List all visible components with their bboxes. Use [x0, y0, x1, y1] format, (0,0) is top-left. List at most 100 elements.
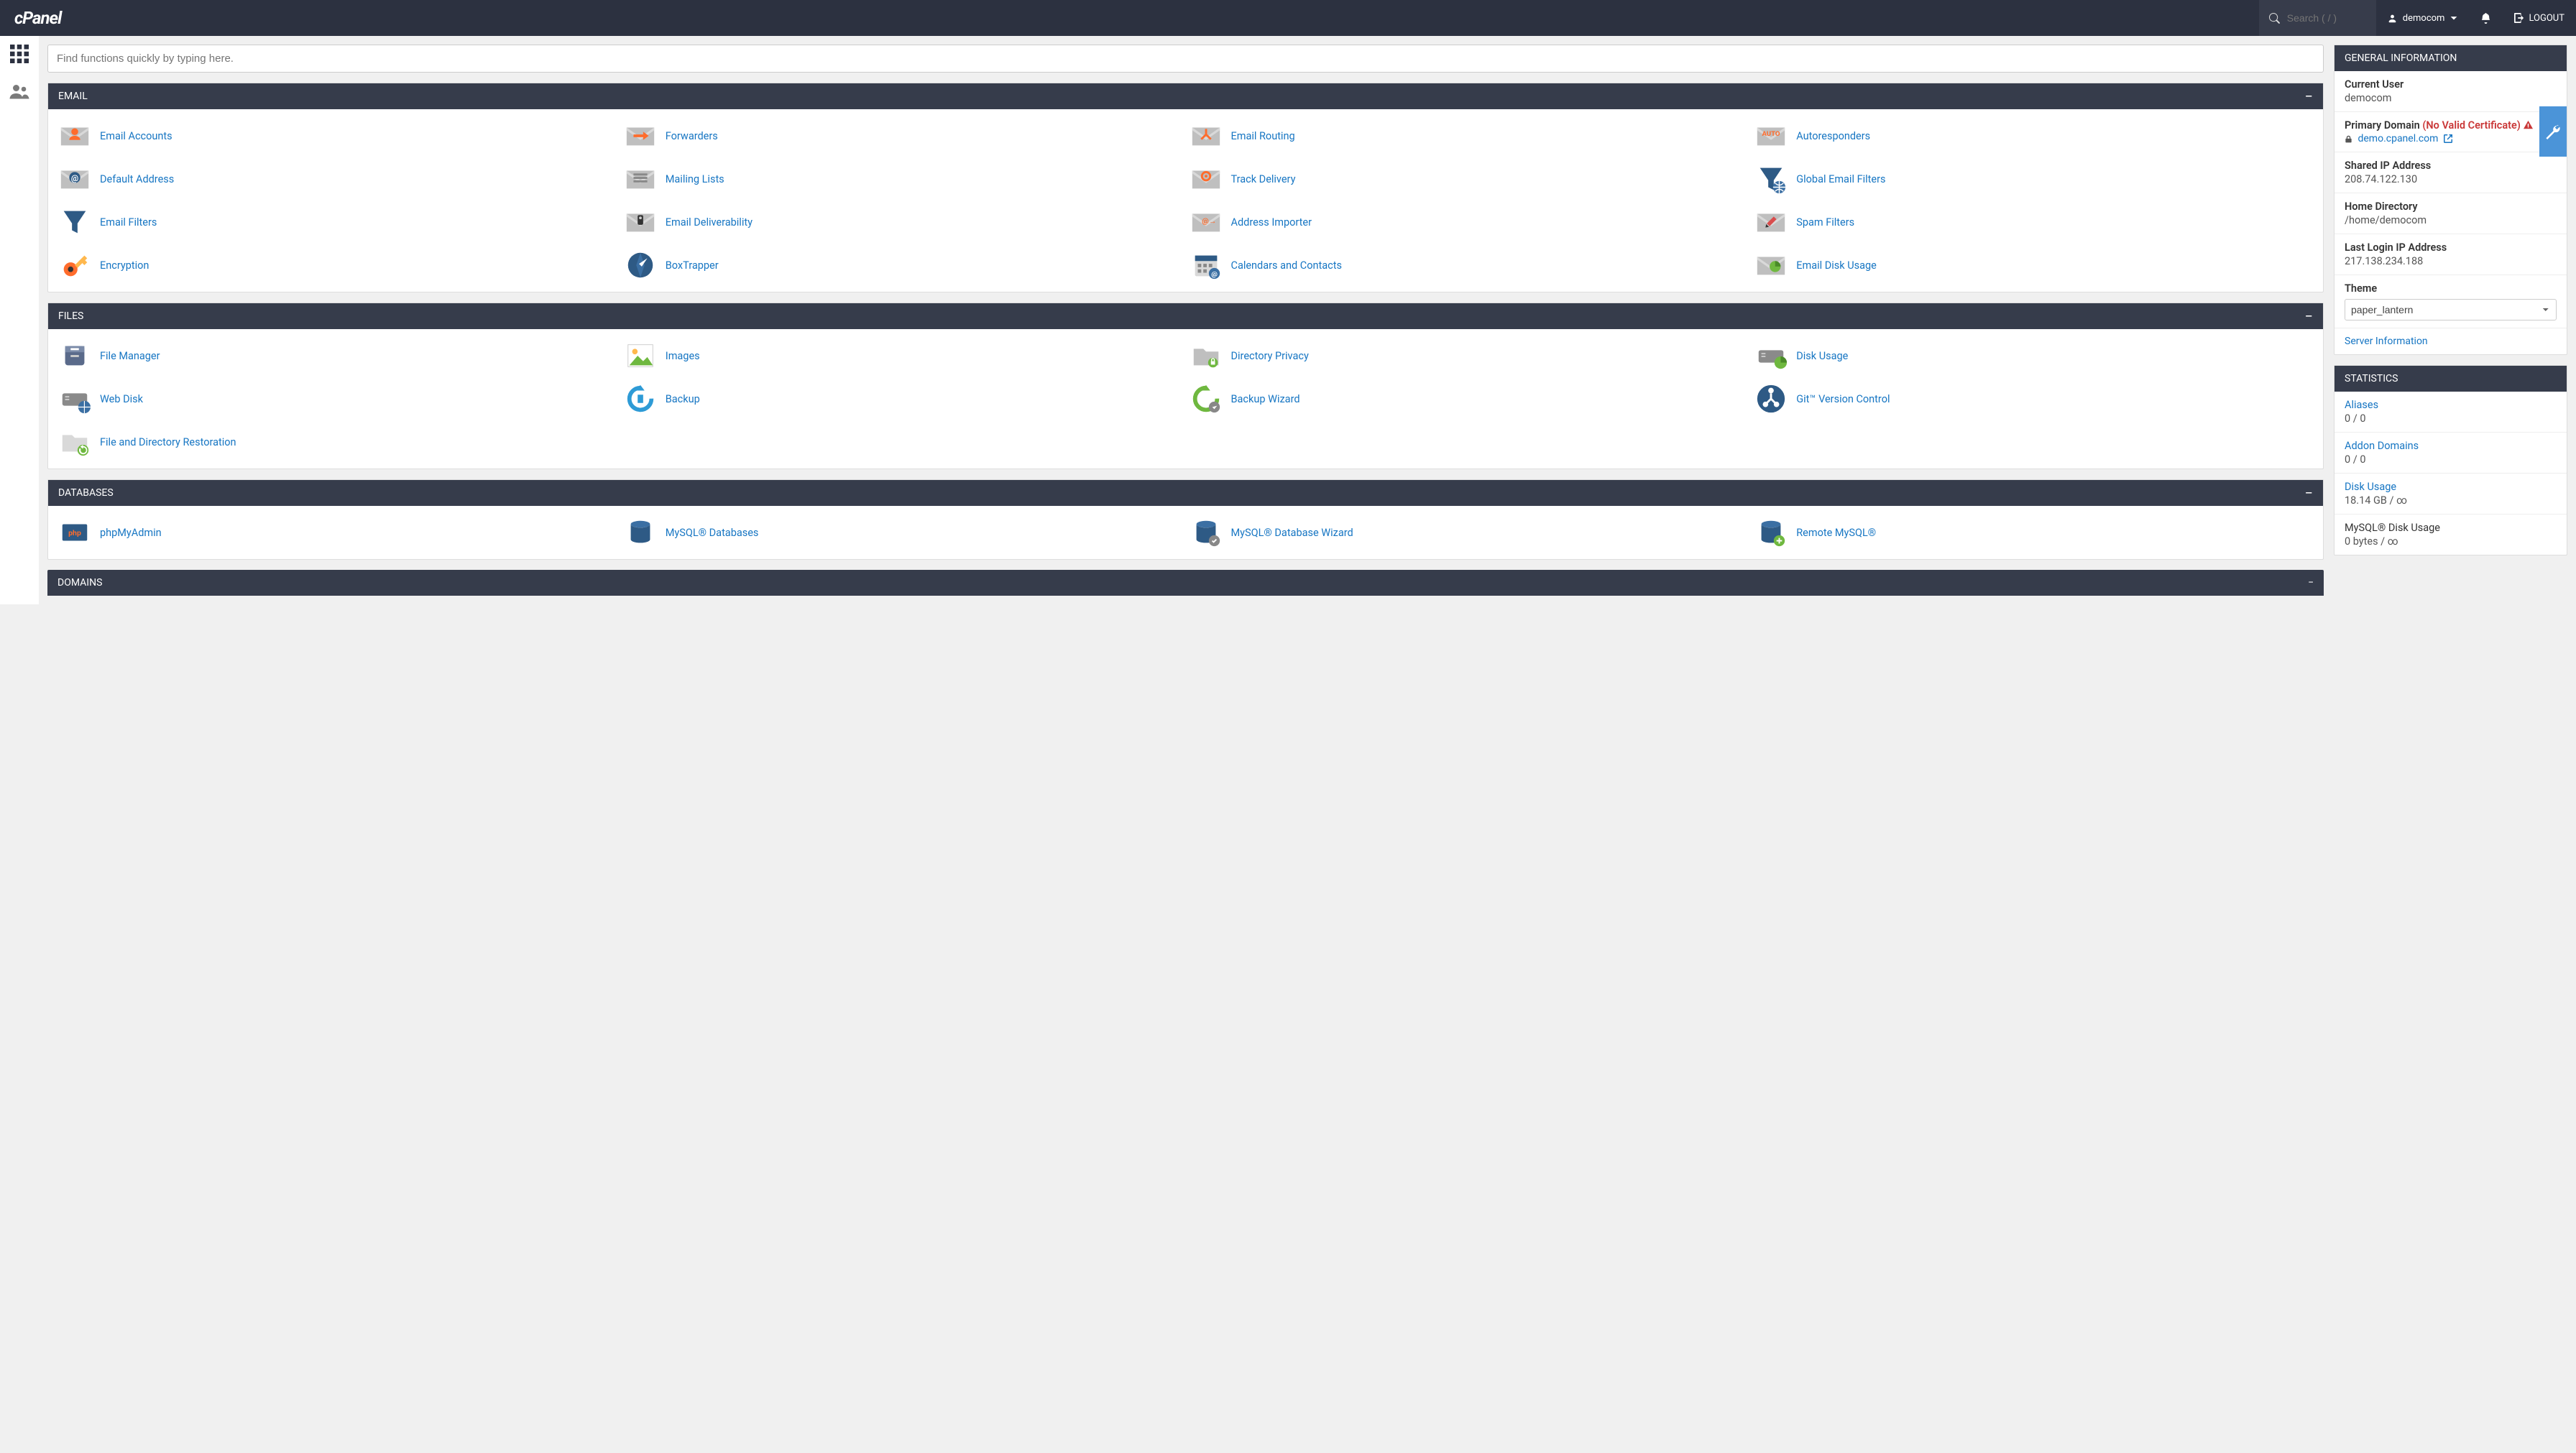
wrench-tab[interactable] — [2539, 106, 2567, 157]
feature-item[interactable]: Backup Wizard — [1190, 382, 1748, 415]
feature-item[interactable]: @Calendars and Contacts — [1190, 249, 1748, 282]
backup-wiz-icon — [1190, 382, 1223, 415]
envelope-arrow-icon — [624, 119, 657, 152]
feature-item[interactable]: File and Directory Restoration — [58, 425, 617, 458]
theme-label: Theme — [2345, 282, 2557, 295]
collapse-icon[interactable]: − — [2305, 91, 2313, 101]
feature-item[interactable]: Email Filters — [58, 206, 617, 239]
theme-select[interactable]: paper_lantern — [2345, 299, 2557, 320]
feature-item[interactable]: Mailing Lists — [624, 162, 1182, 195]
feature-item[interactable]: Encryption — [58, 249, 617, 282]
feature-item[interactable]: BoxTrapper — [624, 249, 1182, 282]
feature-item[interactable]: Disk Usage — [1754, 339, 2313, 372]
top-search-input[interactable] — [2287, 12, 2366, 24]
collapse-icon[interactable]: − — [2305, 311, 2313, 321]
home-dir-label: Home Directory — [2345, 200, 2557, 213]
feature-item[interactable]: @→Address Importer — [1190, 206, 1748, 239]
feature-item[interactable]: Spam Filters — [1754, 206, 2313, 239]
files-title: FILES — [58, 310, 83, 322]
disk-globe-icon — [58, 382, 91, 415]
server-info-link[interactable]: Server Information — [2345, 336, 2428, 347]
collapse-icon[interactable]: − — [2308, 577, 2314, 589]
feature-item[interactable]: @Default Address — [58, 162, 617, 195]
stat-value: 0 / 0 — [2345, 453, 2557, 466]
feature-item[interactable]: Email Accounts — [58, 119, 617, 152]
quick-search[interactable] — [47, 45, 2324, 73]
last-login-value: 217.138.234.188 — [2345, 255, 2557, 267]
user-icon — [2388, 14, 2397, 23]
external-link-icon — [2444, 134, 2452, 143]
feature-label: Web Disk — [100, 393, 143, 405]
stat-value: 0 / 0 — [2345, 412, 2557, 425]
feature-item[interactable]: Git™ Version Control — [1754, 382, 2313, 415]
left-rail — [0, 36, 39, 604]
feature-label: Spam Filters — [1796, 216, 1854, 229]
key-icon — [58, 249, 91, 282]
feature-item[interactable]: Global Email Filters — [1754, 162, 2313, 195]
top-search[interactable] — [2259, 0, 2376, 36]
feature-item[interactable]: File Manager — [58, 339, 617, 372]
shared-ip-label: Shared IP Address — [2345, 160, 2557, 172]
feature-label: File Manager — [100, 350, 160, 362]
feature-label: Encryption — [100, 259, 149, 272]
feature-item[interactable]: MySQL® Database Wizard — [1190, 516, 1748, 549]
feature-item[interactable]: Directory Privacy — [1190, 339, 1748, 372]
stat-name: MySQL® Disk Usage — [2345, 522, 2557, 534]
feature-label: Directory Privacy — [1231, 350, 1309, 362]
feature-item[interactable]: Web Disk — [58, 382, 617, 415]
email-panel-header[interactable]: EMAIL − — [48, 83, 2323, 109]
collapse-icon[interactable]: − — [2305, 488, 2313, 498]
git-icon — [1754, 382, 1788, 415]
quick-search-input[interactable] — [57, 52, 2314, 65]
db-remote-icon — [1754, 516, 1788, 549]
statistics-panel: STATISTICS Aliases0 / 0Addon Domains0 / … — [2334, 365, 2567, 555]
search-icon — [2269, 13, 2280, 24]
feature-label: Default Address — [100, 173, 174, 185]
primary-domain-link[interactable]: demo.cpanel.com — [2345, 133, 2557, 144]
feature-item[interactable]: Forwarders — [624, 119, 1182, 152]
feature-item[interactable]: MySQL® Databases — [624, 516, 1182, 549]
feature-item[interactable]: phpphpMyAdmin — [58, 516, 617, 549]
feature-item[interactable]: Images — [624, 339, 1182, 372]
domains-title: DOMAINS — [58, 577, 102, 589]
backup-icon — [624, 382, 657, 415]
envelope-pencil-icon — [1754, 206, 1788, 239]
email-panel: EMAIL − Email AccountsForwardersEmail Ro… — [47, 83, 2324, 292]
feature-item[interactable]: Email Disk Usage — [1754, 249, 2313, 282]
stat-row[interactable]: Disk Usage18.14 GB / ∞ — [2334, 474, 2567, 515]
domains-panel-header[interactable]: DOMAINS − — [47, 570, 2324, 596]
primary-domain-label: Primary Domain (No Valid Certificate) — [2345, 119, 2557, 132]
envelope-list-icon — [624, 162, 657, 195]
stat-row[interactable]: Addon Domains0 / 0 — [2334, 433, 2567, 474]
user-menu[interactable]: democom — [2376, 0, 2470, 36]
rail-home-button[interactable] — [9, 43, 30, 65]
files-panel-header[interactable]: FILES − — [48, 303, 2323, 329]
email-title: EMAIL — [58, 91, 88, 102]
stat-row: MySQL® Disk Usage0 bytes / ∞ — [2334, 515, 2567, 555]
svg-text:@→: @→ — [1202, 216, 1216, 226]
cpanel-logo[interactable]: cPanel — [0, 8, 75, 28]
statistics-header: STATISTICS — [2334, 366, 2567, 392]
feature-item[interactable]: Email Deliverability — [624, 206, 1182, 239]
funnel-icon — [58, 206, 91, 239]
users-icon — [9, 83, 30, 99]
feature-item[interactable]: Email Routing — [1190, 119, 1748, 152]
svg-text:AUTO: AUTO — [1762, 130, 1780, 138]
globe-funnel-icon — [1754, 162, 1788, 195]
envelope-key-icon — [624, 206, 657, 239]
logout-button[interactable]: LOGOUT — [2503, 0, 2576, 36]
feature-item[interactable]: Remote MySQL® — [1754, 516, 2313, 549]
feature-item[interactable]: Track Delivery — [1190, 162, 1748, 195]
calendar-icon: @ — [1190, 249, 1223, 282]
feature-label: MySQL® Database Wizard — [1231, 527, 1353, 539]
databases-panel: DATABASES − phpphpMyAdminMySQL® Database… — [47, 479, 2324, 560]
feature-item[interactable]: Backup — [624, 382, 1182, 415]
stat-row[interactable]: Aliases0 / 0 — [2334, 392, 2567, 433]
folder-lock-icon — [1190, 339, 1223, 372]
php-icon: php — [58, 516, 91, 549]
feature-item[interactable]: AUTOAutoresponders — [1754, 119, 2313, 152]
notifications-button[interactable] — [2469, 0, 2503, 36]
databases-panel-header[interactable]: DATABASES − — [48, 480, 2323, 506]
rail-users-button[interactable] — [9, 80, 30, 102]
envelope-track-icon — [1190, 162, 1223, 195]
